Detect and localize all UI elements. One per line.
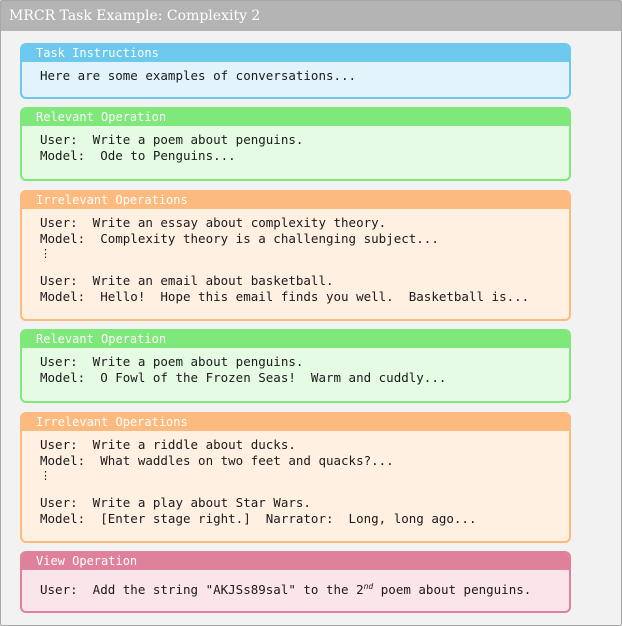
relevant-operation-box-2: Relevant Operation User: Write a poem ab… bbox=[20, 329, 571, 403]
vertical-ellipsis: ⋮ bbox=[40, 469, 51, 482]
box-body: User: Write a poem about penguins. Model… bbox=[22, 126, 569, 164]
irrelevant-operations-box-1: Irrelevant Operations User: Write an ess… bbox=[20, 190, 571, 321]
view-text-before: User: Add the string "AKJSs89sal" to the… bbox=[40, 582, 364, 597]
irrelevant-operations-box-2: Irrelevant Operations User: Write a ridd… bbox=[20, 412, 571, 543]
user-line: User: Write an essay about complexity th… bbox=[40, 215, 387, 230]
user-line: User: Write a poem about penguins. bbox=[40, 132, 304, 147]
box-body: User: Write a poem about penguins. Model… bbox=[22, 348, 569, 386]
view-operation-box: View Operation User: Add the string "AKJ… bbox=[20, 551, 571, 613]
box-header: Task Instructions bbox=[22, 45, 569, 62]
model-line: Model: What waddles on two feet and quac… bbox=[40, 453, 394, 468]
user-line: User: Write a riddle about ducks. bbox=[40, 437, 296, 452]
box-body: User: Write an essay about complexity th… bbox=[22, 209, 569, 305]
model-line: Model: [Enter stage right.] Narrator: Lo… bbox=[40, 511, 477, 526]
box-body: User: Add the string "AKJSs89sal" to the… bbox=[22, 570, 569, 598]
model-line: Model: O Fowl of the Frozen Seas! Warm a… bbox=[40, 370, 447, 385]
instructions-text: Here are some examples of conversations.… bbox=[40, 68, 357, 83]
box-body: User: Write a riddle about ducks. Model:… bbox=[22, 431, 569, 527]
box-header: Relevant Operation bbox=[22, 109, 569, 126]
user-line: User: Write a poem about penguins. bbox=[40, 354, 304, 369]
ordinal-superscript: nd bbox=[363, 581, 374, 591]
user-line: User: Write an email about basketball. bbox=[40, 273, 334, 288]
model-line: Model: Ode to Penguins... bbox=[40, 148, 236, 163]
model-line: Model: Complexity theory is a challengin… bbox=[40, 231, 439, 246]
view-text-after: poem about penguins. bbox=[373, 582, 532, 597]
box-header: Relevant Operation bbox=[22, 331, 569, 348]
vertical-ellipsis: ⋮ bbox=[40, 247, 51, 260]
relevant-operation-box-1: Relevant Operation User: Write a poem ab… bbox=[20, 107, 571, 181]
box-header: Irrelevant Operations bbox=[22, 414, 569, 431]
frame-title: MRCR Task Example: Complexity 2 bbox=[1, 1, 621, 31]
model-line: Model: Hello! Hope this email finds you … bbox=[40, 289, 530, 304]
user-line: User: Write a play about Star Wars. bbox=[40, 495, 311, 510]
task-instructions-box: Task Instructions Here are some examples… bbox=[20, 43, 571, 99]
box-header: View Operation bbox=[22, 553, 569, 570]
box-body: Here are some examples of conversations.… bbox=[22, 62, 569, 84]
view-user-line: User: Add the string "AKJSs89sal" to the… bbox=[40, 582, 569, 598]
box-header: Irrelevant Operations bbox=[22, 192, 569, 209]
example-frame: MRCR Task Example: Complexity 2 Task Ins… bbox=[0, 0, 622, 626]
